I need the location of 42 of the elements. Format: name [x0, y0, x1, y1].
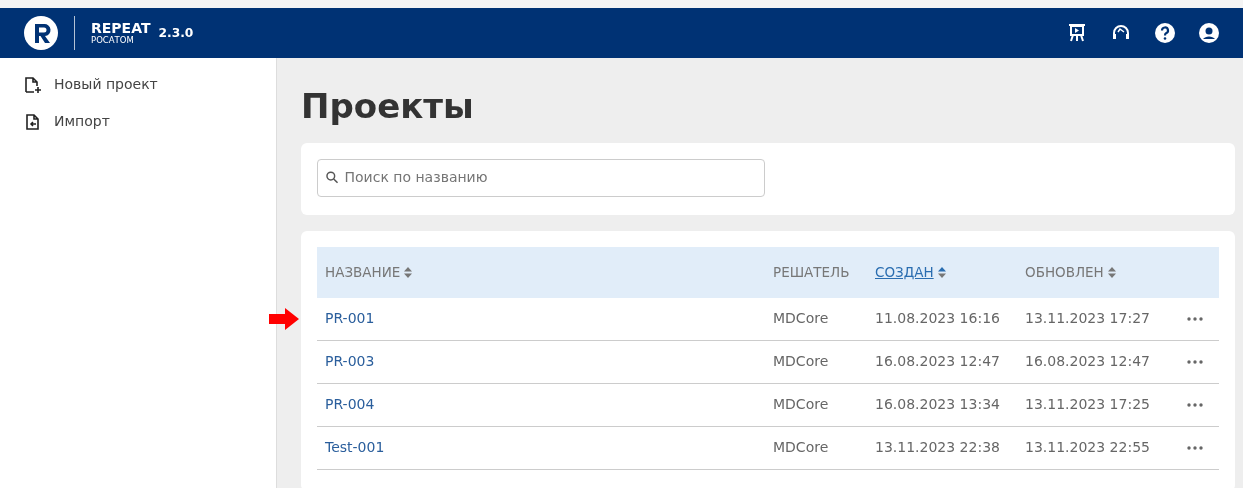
table-cell-text: MDCore [773, 352, 830, 372]
table-cell-text: 13.11.2023 17:27 [1025, 309, 1151, 329]
help-icon[interactable] [1155, 23, 1175, 43]
sort-icon[interactable] [937, 266, 946, 278]
table-cell-text: MDCore [773, 309, 830, 329]
sort-icon[interactable] [404, 266, 413, 278]
more-icon[interactable] [1187, 403, 1203, 408]
version-label: 2.3.0 [158, 24, 194, 42]
column-header[interactable]: СОЗДАН [875, 262, 934, 283]
search-icon [326, 171, 339, 185]
table-cell-text: 16.08.2023 13:34 [875, 395, 1001, 415]
more-icon[interactable] [1187, 317, 1203, 322]
import-file-icon [24, 112, 42, 131]
table-cell-text: 16.08.2023 12:47 [875, 352, 1001, 372]
project-link[interactable]: PR-001 [325, 310, 375, 327]
column-header[interactable]: ОБНОВЛЕН [1025, 262, 1104, 283]
user-icon[interactable] [1199, 23, 1219, 43]
table-cell-text: 13.11.2023 17:25 [1025, 395, 1151, 415]
sidebar-item[interactable]: Импорт [0, 111, 276, 132]
brand-name: REPEAT [91, 21, 151, 37]
column-header: РЕШАТЕЛЬ [773, 263, 850, 283]
more-icon[interactable] [1187, 360, 1203, 365]
table-cell-text: MDCore [773, 395, 830, 415]
table-cell-text: 13.11.2023 22:38 [875, 438, 1001, 458]
more-icon[interactable] [1187, 446, 1203, 451]
sort-icon[interactable] [1107, 266, 1116, 278]
column-header[interactable]: НАЗВАНИЕ [325, 262, 401, 283]
new-file-icon [24, 75, 42, 94]
sidebar-item[interactable]: Новый проект [0, 74, 276, 95]
project-link[interactable]: PR-003 [325, 353, 375, 370]
logo-icon [24, 16, 58, 50]
table-cell-text: MDCore [773, 438, 830, 458]
arrow-icon [269, 308, 299, 331]
presentation-icon[interactable] [1067, 23, 1087, 43]
search-box[interactable]: Поиск по названию [317, 158, 765, 197]
project-link[interactable]: PR-004 [325, 396, 375, 413]
page-title: Проекты [301, 85, 475, 127]
table-cell-text: 13.11.2023 22:55 [1025, 438, 1151, 458]
project-link[interactable]: Test-001 [325, 439, 385, 456]
table-cell-text: 11.08.2023 16:16 [875, 309, 1001, 329]
brand-subtitle: РОСАТОМ [91, 36, 135, 45]
table-cell-text: 16.08.2023 12:47 [1025, 352, 1151, 372]
